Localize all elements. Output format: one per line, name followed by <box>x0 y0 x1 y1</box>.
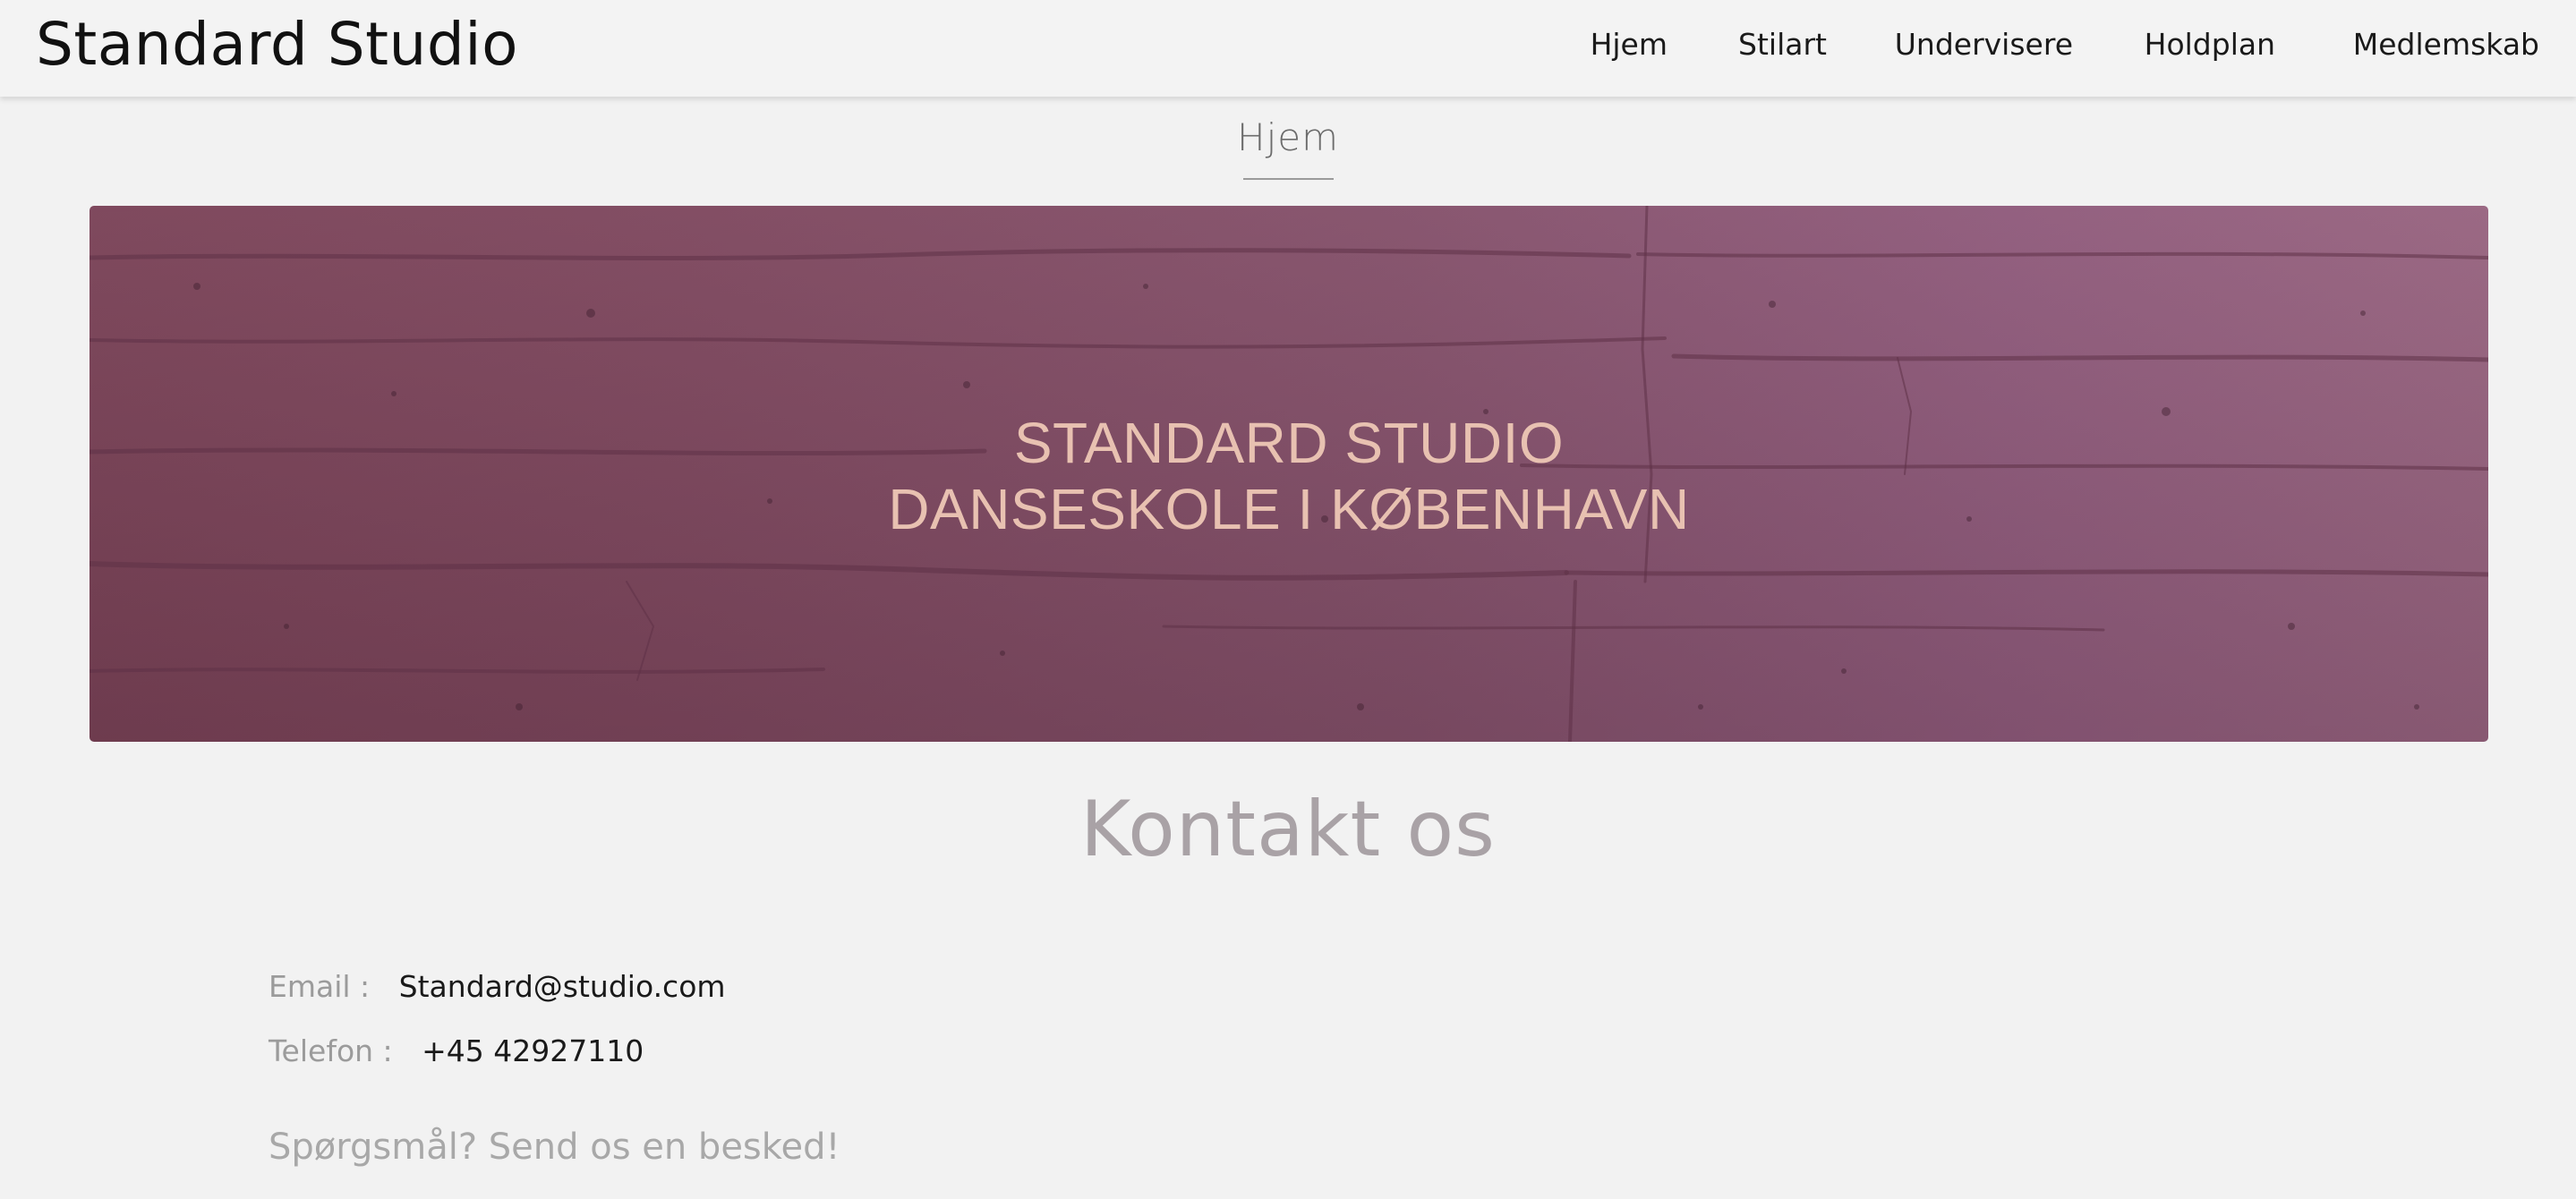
hero-title-line-2: DANSESKOLE I KØBENHAVN <box>888 477 1690 541</box>
hero-title: STANDARD STUDIO DANSESKOLE I KØBENHAVN <box>90 410 2488 542</box>
contact-cta: Spørgsmål? Send os en besked! <box>269 1127 840 1168</box>
site-brand[interactable]: Standard Studio <box>36 7 518 82</box>
hero-banner: STANDARD STUDIO DANSESKOLE I KØBENHAVN <box>90 206 2488 742</box>
site-header: Standard Studio Hjem Stilart Undervisere… <box>0 0 2576 97</box>
nav-link-undervisere[interactable]: Undervisere <box>1895 25 2073 64</box>
contact-email-row: Email : Standard@studio.com <box>269 966 726 1008</box>
contact-phone-row: Telefon : +45 42927110 <box>269 1031 644 1072</box>
nav-link-hjem[interactable]: Hjem <box>1591 25 1668 64</box>
nav-link-medlemskab[interactable]: Medlemskab <box>2353 25 2539 64</box>
hero-title-line-1: STANDARD STUDIO <box>1013 411 1565 475</box>
phone-label: Telefon : <box>269 1033 393 1068</box>
contact-heading: Kontakt os <box>1080 785 1496 874</box>
email-value[interactable]: Standard@studio.com <box>399 969 726 1004</box>
page-title: Hjem <box>1236 115 1339 159</box>
email-label: Email : <box>269 969 371 1004</box>
nav-link-holdplan[interactable]: Holdplan <box>2145 25 2275 64</box>
page-title-underline <box>1243 178 1334 180</box>
nav-link-stilart[interactable]: Stilart <box>1738 25 1827 64</box>
phone-value[interactable]: +45 42927110 <box>422 1033 644 1068</box>
